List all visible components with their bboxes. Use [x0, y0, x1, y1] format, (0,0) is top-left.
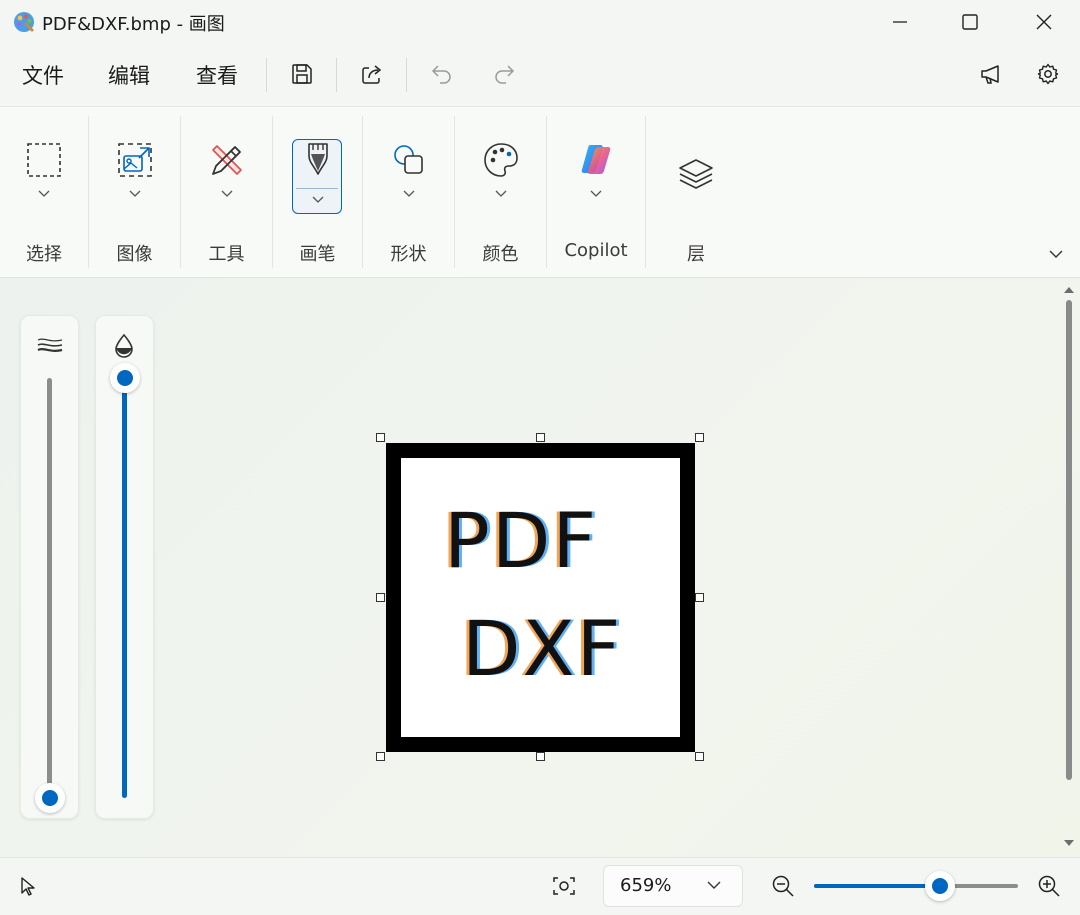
save-icon — [292, 64, 312, 84]
redo-icon — [495, 65, 515, 84]
megaphone-icon — [981, 65, 999, 84]
opacity-slider-thumb[interactable] — [110, 363, 140, 393]
tools-icon — [211, 145, 242, 175]
ribbon-label-select: 选择 — [26, 244, 62, 265]
maximize-icon — [962, 14, 978, 30]
menu-divider — [336, 58, 337, 92]
ribbon-label-tools: 工具 — [208, 244, 245, 265]
close-button[interactable] — [1014, 0, 1074, 44]
ribbon-label-colors: 颜色 — [482, 244, 519, 265]
zoom-value: 659% — [620, 875, 672, 896]
menu-view[interactable]: 查看 — [196, 60, 238, 90]
settings-button[interactable] — [1026, 54, 1070, 94]
selection-icon — [27, 143, 61, 177]
ribbon-label-copilot: Copilot — [564, 240, 628, 261]
cursor-position-icon — [21, 877, 35, 896]
fit-screen-icon — [553, 877, 575, 895]
zoom-out-button[interactable] — [770, 873, 796, 899]
ribbon-group-copilot[interactable]: Copilot — [547, 120, 645, 270]
resize-handle-bottom-left[interactable] — [376, 752, 385, 761]
chevron-down-icon — [403, 190, 414, 197]
menu-bar — [0, 44, 1080, 106]
ribbon-group-shapes[interactable]: 形状 — [363, 120, 454, 270]
canvas-text-pdf: PDF — [444, 496, 599, 585]
menu-divider — [266, 58, 267, 92]
zoom-slider-fill — [814, 884, 941, 888]
ribbon-group-colors[interactable]: 颜色 — [455, 120, 546, 270]
zoom-in-button[interactable] — [1036, 873, 1062, 899]
opacity-drop-icon — [115, 333, 133, 358]
save-button[interactable] — [280, 54, 324, 94]
minimize-icon — [893, 21, 907, 23]
minimize-button[interactable] — [870, 0, 930, 44]
stroke-size-icon — [37, 338, 63, 352]
resize-handle-bottom[interactable] — [536, 752, 545, 761]
ribbon-group-layers[interactable]: 层 — [646, 120, 746, 270]
resize-handle-top-left[interactable] — [376, 433, 385, 442]
chevron-down-icon — [495, 190, 506, 197]
vertical-scrollbar-thumb[interactable] — [1066, 300, 1072, 780]
fit-to-window-button[interactable] — [550, 874, 578, 898]
menu-edit[interactable]: 编辑 — [108, 60, 150, 90]
brush-icon — [307, 143, 328, 175]
chevron-down-icon — [1049, 250, 1063, 258]
feedback-button[interactable] — [970, 54, 1014, 94]
share-icon — [362, 65, 382, 84]
ribbon-group-image[interactable]: 图像 — [89, 120, 180, 270]
palette-icon — [483, 143, 518, 177]
canvas-text-dxf: DXF — [462, 604, 623, 693]
ribbon-group-select[interactable]: 选择 — [0, 120, 88, 270]
gear-icon — [1037, 63, 1059, 85]
shapes-icon — [393, 145, 423, 174]
resize-handle-top-right[interactable] — [695, 433, 704, 442]
ribbon-group-tools[interactable]: 工具 — [181, 120, 272, 270]
menu-file[interactable]: 文件 — [22, 60, 64, 90]
undo-button[interactable] — [420, 54, 464, 94]
window-title: PDF&DXF.bmp - 画图 — [42, 14, 225, 35]
chevron-down-icon — [707, 881, 721, 889]
scroll-down-arrow-icon[interactable] — [1063, 838, 1075, 848]
resize-handle-left[interactable] — [376, 593, 385, 602]
chevron-down-icon — [221, 190, 232, 197]
ribbon-label-image: 图像 — [116, 244, 153, 265]
chevron-down-icon — [38, 190, 50, 197]
brush-size-slider-thumb[interactable] — [35, 783, 65, 813]
share-button[interactable] — [350, 54, 394, 94]
resize-handle-right[interactable] — [695, 593, 704, 602]
opacity-slider-fill — [122, 378, 127, 798]
ribbon-expand-button[interactable] — [1046, 246, 1066, 262]
ribbon-group-brush[interactable]: 画笔 — [273, 120, 362, 270]
copilot-icon — [581, 145, 611, 174]
zoom-out-icon — [772, 875, 794, 897]
maximize-button[interactable] — [940, 0, 1000, 44]
ribbon-label-brush: 画笔 — [299, 244, 336, 265]
menu-divider — [406, 58, 407, 92]
chevron-down-icon — [590, 190, 602, 197]
close-icon — [1036, 14, 1052, 30]
ribbon-label-shapes: 形状 — [390, 244, 427, 265]
brush-split-line — [296, 188, 338, 189]
scroll-up-arrow-icon[interactable] — [1063, 285, 1075, 295]
resize-handle-top[interactable] — [536, 433, 545, 442]
zoom-in-icon — [1038, 875, 1060, 897]
brush-size-slider-track[interactable] — [47, 378, 52, 798]
redo-button[interactable] — [482, 54, 526, 94]
layers-icon — [679, 159, 713, 189]
chevron-down-icon — [312, 196, 323, 203]
ribbon-label-layers: 层 — [687, 244, 705, 265]
chevron-down-icon — [129, 190, 140, 197]
paint-app-icon — [14, 12, 34, 32]
image-icon — [117, 143, 152, 177]
resize-handle-bottom-right[interactable] — [695, 752, 704, 761]
undo-icon — [431, 65, 451, 84]
